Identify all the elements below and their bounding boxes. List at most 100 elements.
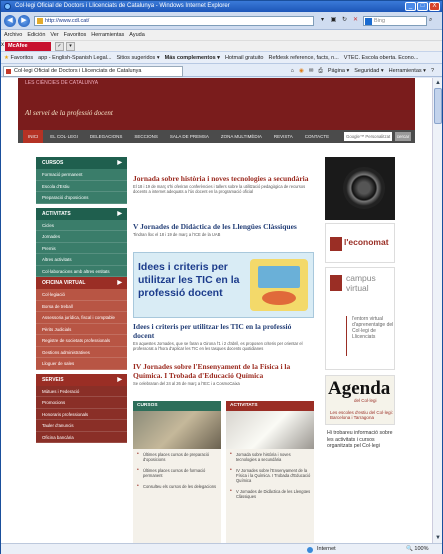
window-controls: _ □ X xyxy=(405,2,440,11)
forward-arrow-icon[interactable]: ▶ xyxy=(18,15,30,27)
sidebar-item-honoraris[interactable]: Honoraris professionals xyxy=(36,408,127,420)
activitats-panel-heading[interactable]: ACTIVITATS xyxy=(226,401,314,411)
compat-view-icon[interactable]: ▣ xyxy=(329,16,338,25)
sidebar-item-formacio[interactable]: Formació permanent xyxy=(36,169,127,181)
list-item[interactable]: • Últimes places cursos de formació perma… xyxy=(133,465,221,481)
sidebar-item-assessoria[interactable]: Assessoria jurídica, fiscal i comptable xyxy=(36,312,127,324)
bullet-icon: • xyxy=(137,467,139,473)
shield-icon[interactable]: ✓ xyxy=(55,42,64,51)
tools-menu[interactable]: Herramientas ▾ xyxy=(389,66,426,77)
print-icon[interactable]: ⎙ xyxy=(318,66,322,77)
search-input[interactable]: Bing xyxy=(363,16,427,26)
sidebar-item-registre[interactable]: Registre de societats professionals xyxy=(36,335,127,347)
nav-sala-premsa[interactable]: SALA DE PREMSA xyxy=(165,130,214,143)
refresh-icon[interactable]: ↻ xyxy=(340,16,349,25)
favorites-button[interactable]: ★ Favoritos xyxy=(4,52,33,63)
sidebar-item-oficina-bancaria[interactable]: Oficina bancària xyxy=(36,431,127,443)
close-toolbar-icon[interactable]: x xyxy=(1,42,4,48)
favorites-item[interactable]: VTEC. Escola oberta. Econo... xyxy=(344,52,419,63)
nav-contacte[interactable]: CONTACTE xyxy=(300,130,334,143)
sidebar-item-cicles[interactable]: Cicles xyxy=(36,219,127,231)
sidebar-item-gestions[interactable]: Gestions administratives xyxy=(36,346,127,358)
scroll-thumb[interactable] xyxy=(434,88,442,124)
close-button[interactable]: X xyxy=(429,2,440,11)
minimize-button[interactable]: _ xyxy=(405,2,416,11)
home-icon[interactable]: ⌂ xyxy=(291,66,294,77)
list-item-text: Últimes places cursos de formació perman… xyxy=(143,468,206,478)
feeds-icon[interactable]: ◉ xyxy=(299,66,304,77)
news-title-link[interactable]: V Jornades de Didàctica de les Llengües … xyxy=(133,222,314,231)
camera-photo xyxy=(325,157,395,220)
bullet-icon: • xyxy=(230,488,232,494)
zoom-level[interactable]: 🔍 100% xyxy=(406,544,428,554)
tic-banner[interactable]: Idees i criteris per utilitzar les TIC e… xyxy=(133,252,314,318)
list-item[interactable]: • IV Jornades sobre l'Ensenyament de la F… xyxy=(226,465,314,486)
favorites-item[interactable]: Sitios sugeridos ▾ xyxy=(116,52,159,63)
news-title-link[interactable]: Idees i criteris per utilitzar les TIC e… xyxy=(133,322,314,340)
activitats-heading[interactable]: ACTIVITATS ▶ xyxy=(36,207,127,220)
security-menu[interactable]: Seguridad ▾ xyxy=(354,66,383,77)
menu-edicion[interactable]: Edición xyxy=(27,30,45,40)
nav-delegacions[interactable]: DELEGACIONS xyxy=(85,130,128,143)
options-icon[interactable]: ▾ xyxy=(66,42,75,51)
favorites-item[interactable]: app - English-Spanish Legal... xyxy=(38,52,111,63)
oficina-heading[interactable]: OFICINA VIRTUAL ▶ xyxy=(36,277,127,289)
agenda-subtitle-2: Les escoles d'estiu del Col·legi: Barcel… xyxy=(330,410,393,420)
sidebar-item-mutues[interactable]: Mútues i Federació xyxy=(36,385,127,397)
scroll-up-icon[interactable]: ▲ xyxy=(434,79,442,87)
url-field[interactable]: http://www.cdl.cat/ xyxy=(34,16,314,26)
list-item[interactable]: • Últimes places cursos de preparació d'o… xyxy=(133,449,221,465)
dropdown-arrow-icon[interactable]: ▾ xyxy=(318,16,327,25)
news-title-link[interactable]: IV Jornades sobre l'Ensenyament de la Fí… xyxy=(133,362,314,380)
cursos-panel-heading[interactable]: CURSOS xyxy=(133,401,221,411)
site-search-button[interactable]: cercar xyxy=(395,132,411,141)
maximize-button[interactable]: □ xyxy=(417,2,428,11)
menu-herramientas[interactable]: Herramientas xyxy=(91,30,124,40)
sidebar-item-oposicions[interactable]: Preparació d'oposicions xyxy=(36,192,127,204)
favorites-item[interactable]: Refdesk reference, facts, n... xyxy=(268,52,338,63)
tab-active[interactable]: Col·legi Oficial de Doctors i Llicenciat… xyxy=(3,66,183,77)
sidebar-item-jornades[interactable]: Jornades xyxy=(36,231,127,243)
nav-seccions[interactable]: SECCIONS xyxy=(129,130,163,143)
sidebar-item-tauler[interactable]: Tauler d'anuncis xyxy=(36,420,127,432)
scroll-down-icon[interactable]: ▼ xyxy=(434,534,442,542)
nav-revista[interactable]: REVISTA xyxy=(269,130,298,143)
menu-ayuda[interactable]: Ayuda xyxy=(129,30,145,40)
sidebar-item-altres[interactable]: Altres activitats xyxy=(36,254,127,266)
nav-inici[interactable]: INICI xyxy=(23,130,44,143)
campus-virtual-banner[interactable]: campus virtual l'entorn virtual d'aprene… xyxy=(325,267,395,370)
sidebar-item-col-legiacio[interactable]: Col·legiació xyxy=(36,289,127,301)
cursos-heading[interactable]: CURSOS ▶ xyxy=(36,157,127,169)
help-icon[interactable]: ? xyxy=(431,66,434,77)
back-arrow-icon[interactable]: ◀ xyxy=(4,15,16,27)
favorites-item[interactable]: Más complementos ▾ xyxy=(165,52,220,63)
sidebar-item-borsa[interactable]: Borsa de treball xyxy=(36,300,127,312)
menu-archivo[interactable]: Archivo xyxy=(4,30,22,40)
serveis-heading[interactable]: SERVEIS ▶ xyxy=(36,373,127,386)
vertical-scrollbar[interactable]: ▲ ▼ xyxy=(432,78,442,543)
list-item[interactable]: • V Jornades de Didàctica de les Llengües… xyxy=(226,486,314,502)
page-menu[interactable]: Página ▾ xyxy=(328,66,349,77)
search-icon[interactable]: ⌕ xyxy=(429,17,432,24)
list-item[interactable]: • Jornada sobre història i noves tecnolog… xyxy=(226,449,314,465)
list-item[interactable]: • Consulteu els cursos de les delegacions xyxy=(133,481,221,492)
mail-icon[interactable]: ✉ xyxy=(309,66,314,77)
agenda-banner[interactable]: Agenda del Col·legi Les escoles d'estiu … xyxy=(325,375,395,425)
nav-col-legi[interactable]: EL COL·LEGI xyxy=(45,130,83,143)
site-search-button-label: cercar xyxy=(396,134,410,139)
menu-ver[interactable]: Ver xyxy=(50,30,58,40)
menu-favoritos[interactable]: Favoritos xyxy=(64,30,87,40)
mcafee-button[interactable]: McAfee xyxy=(5,42,51,51)
favorites-item[interactable]: Hotmail gratuito xyxy=(225,52,264,63)
nav-zona-multimedia[interactable]: ZONA MULTIMÈDIA xyxy=(216,130,267,143)
sidebar-item-premis[interactable]: Premis xyxy=(36,242,127,254)
sidebar-item-col-laboracions[interactable]: Col·laboracions amb altres entitats xyxy=(36,265,127,277)
sidebar-item-perits[interactable]: Pèrits Judicials xyxy=(36,323,127,335)
site-search-input[interactable]: Google™ Personalitzat xyxy=(344,132,392,141)
news-title-link[interactable]: Jornada sobre història i noves tecnologi… xyxy=(133,174,314,183)
sidebar-item-escola-estiu[interactable]: Escola d'Estiu xyxy=(36,180,127,192)
sidebar-item-promocions[interactable]: Promocions xyxy=(36,397,127,409)
stop-icon[interactable]: ✕ xyxy=(351,16,360,25)
sidebar-item-lloguer[interactable]: Lloguer de sales xyxy=(36,358,127,370)
economat-banner[interactable]: l'economat xyxy=(325,223,395,263)
